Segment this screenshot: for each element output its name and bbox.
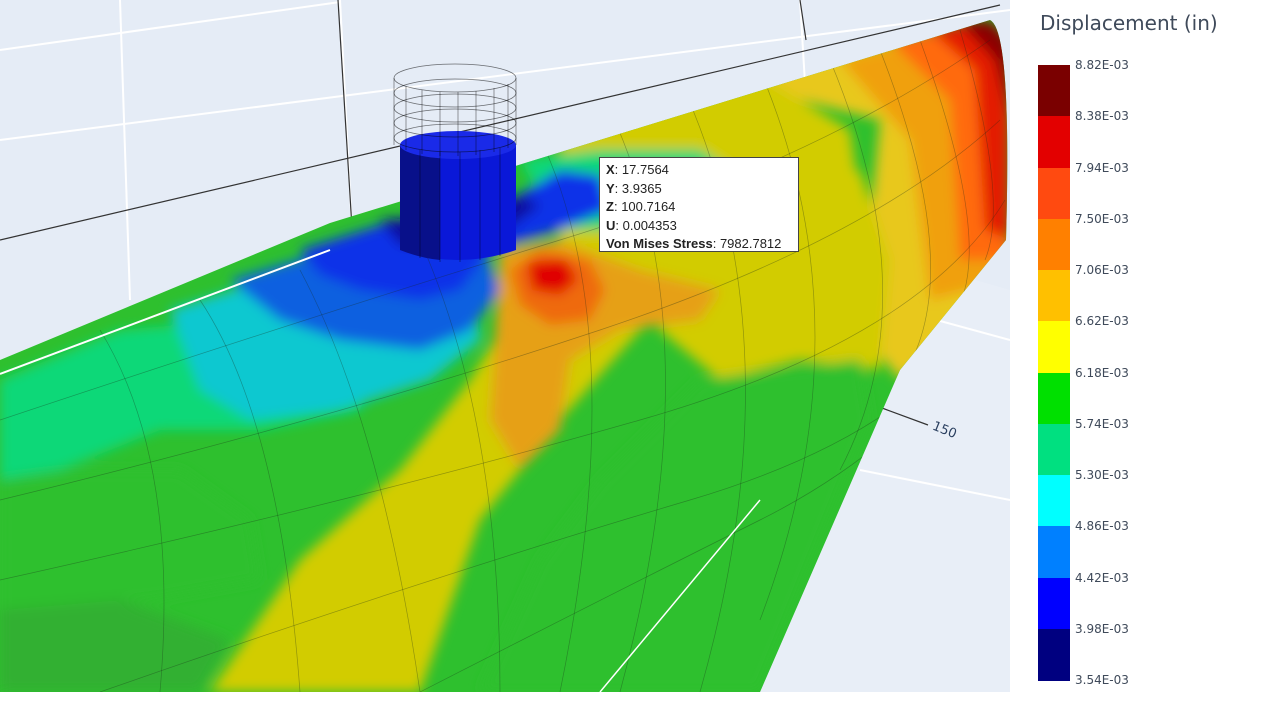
colorbar-tick-label: 8.38E-03 bbox=[1075, 109, 1129, 124]
hover-tooltip: X: 17.7564 Y: 3.9365 Z: 100.7164 U: 0.00… bbox=[599, 157, 799, 252]
colorbar-segment bbox=[1038, 628, 1070, 681]
colorbar-title: Displacement (in) bbox=[1040, 11, 1218, 35]
colorbar-tick-label: 7.94E-03 bbox=[1075, 160, 1129, 175]
tooltip-row-von-mises: Von Mises Stress: 7982.7812 bbox=[606, 236, 782, 252]
colorbar-tick-label: 4.86E-03 bbox=[1075, 519, 1129, 534]
colorbar-segment bbox=[1038, 321, 1070, 373]
colorbar-tick-label: 5.74E-03 bbox=[1075, 416, 1129, 431]
tooltip-row-y: Y: 3.9365 bbox=[606, 180, 662, 196]
colorbar-segment bbox=[1038, 116, 1070, 168]
colorbar-segment bbox=[1038, 372, 1070, 425]
colorbar-segment bbox=[1038, 423, 1070, 476]
colorbar-segment bbox=[1038, 167, 1070, 220]
tooltip-row-x: X: 17.7564 bbox=[606, 162, 669, 177]
colorbar-tick-label: 4.42E-03 bbox=[1075, 570, 1129, 585]
colorbar-tick-label: 8.82E-03 bbox=[1075, 58, 1129, 72]
tooltip-row-u: U: 0.004353 bbox=[606, 217, 677, 233]
colorbar-tick-label: 3.98E-03 bbox=[1075, 621, 1129, 636]
colorbar-segment bbox=[1038, 270, 1070, 322]
colorbar-segment bbox=[1038, 65, 1070, 117]
colorbar-tick-label: 5.30E-03 bbox=[1075, 468, 1129, 482]
colorbar-tick-label: 3.54E-03 bbox=[1075, 673, 1129, 687]
colorbar-segment bbox=[1038, 475, 1070, 527]
colorbar-segment bbox=[1038, 218, 1070, 271]
tooltip-row-z: Z: 100.7164 bbox=[606, 199, 676, 215]
3d-scene[interactable]: 150 bbox=[0, 0, 1010, 692]
colorbar-segment bbox=[1038, 526, 1070, 578]
colorbar-tick-label: 7.06E-03 bbox=[1075, 263, 1129, 277]
colorbar-segment bbox=[1038, 577, 1070, 630]
colorbar-tick-label: 6.18E-03 bbox=[1075, 365, 1129, 380]
colorbar-tick-label: 6.62E-03 bbox=[1075, 314, 1129, 329]
colorbar[interactable] bbox=[1038, 65, 1070, 681]
colorbar-tick-label: 7.50E-03 bbox=[1075, 211, 1129, 226]
